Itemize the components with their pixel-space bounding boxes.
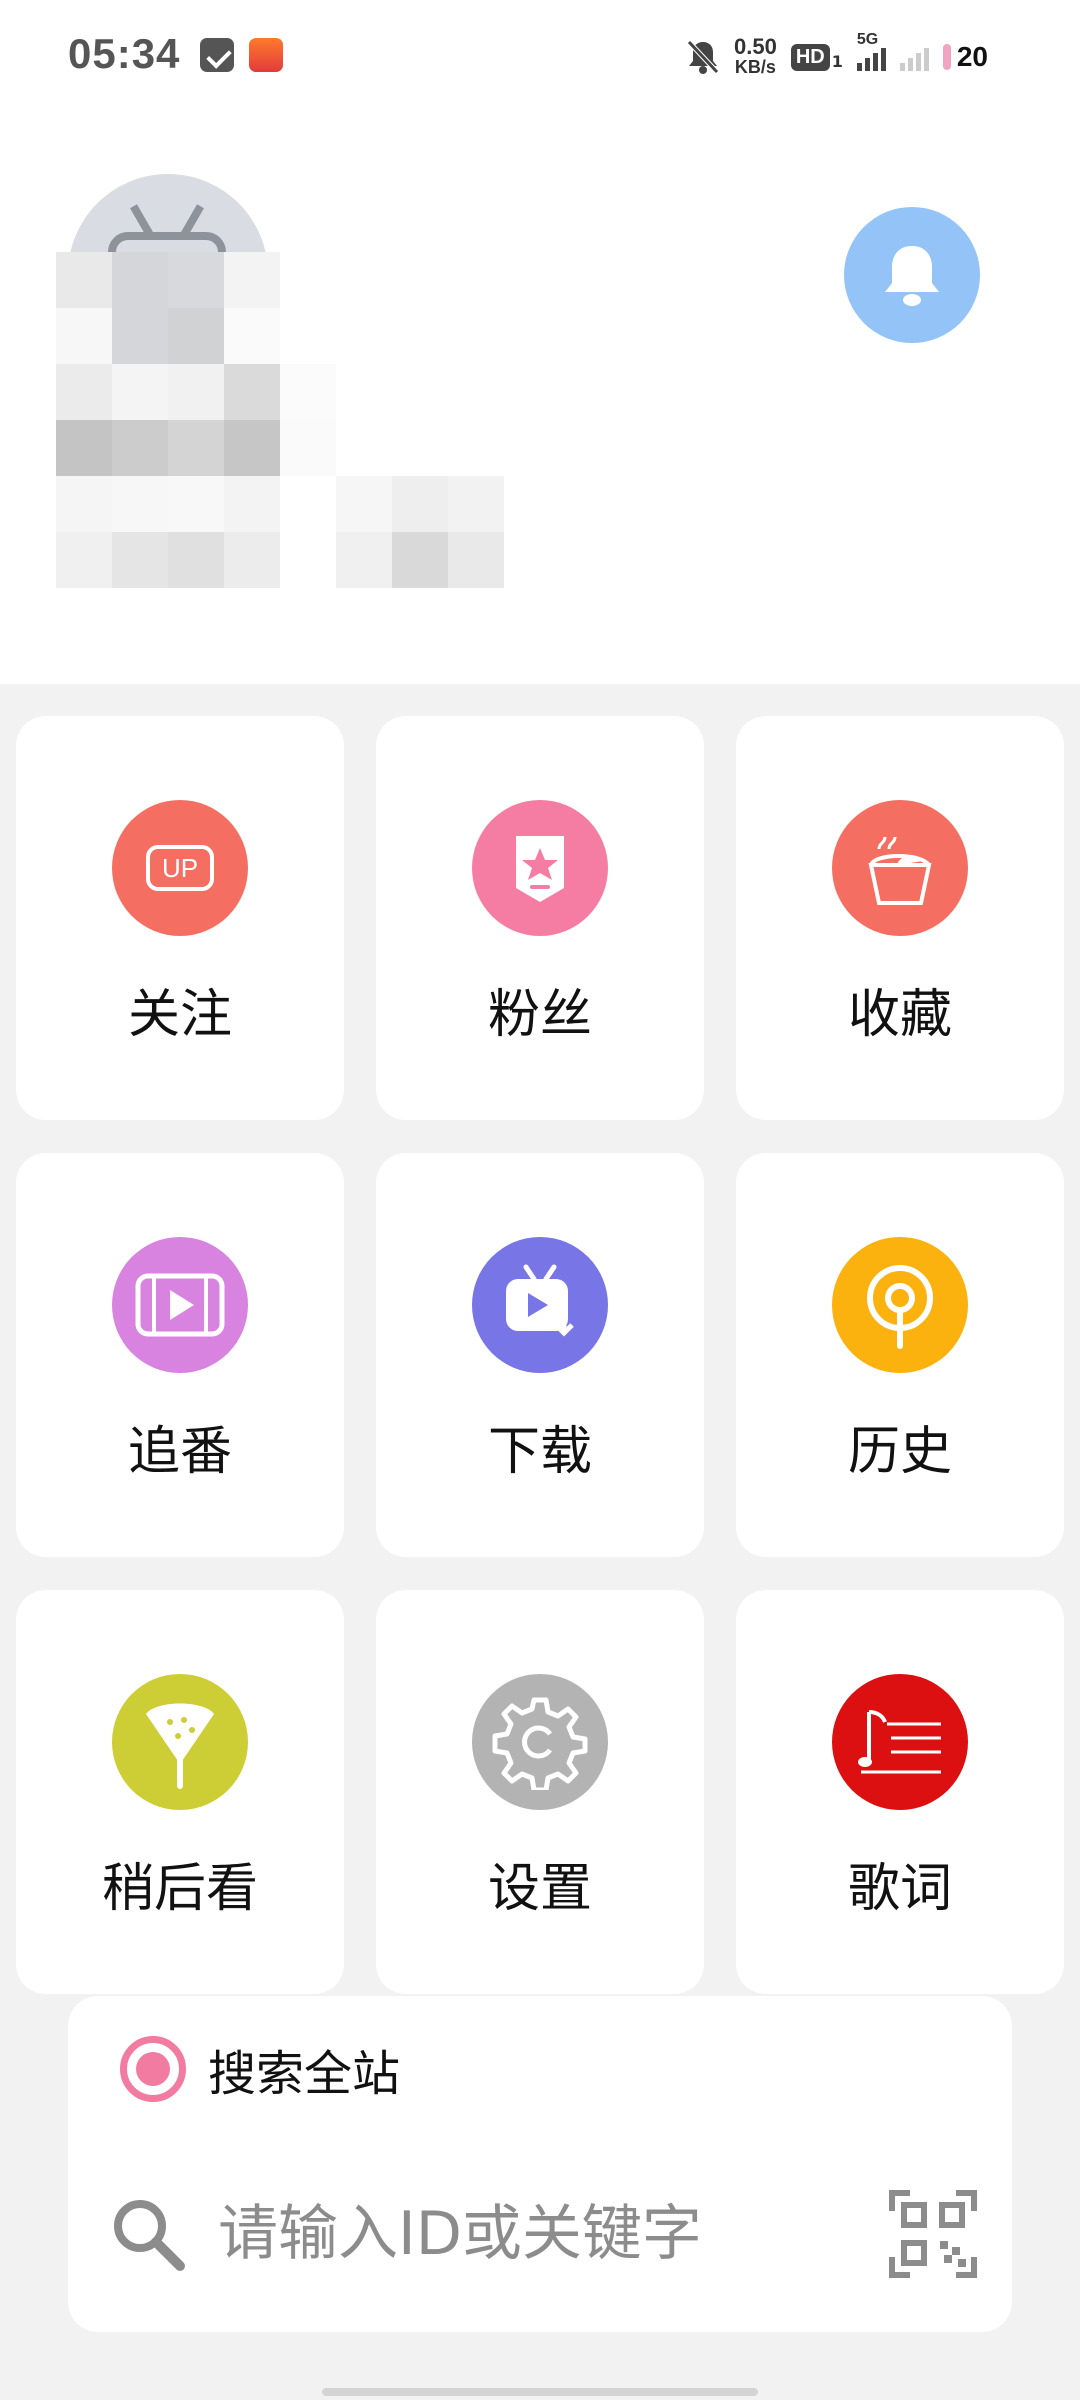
obscured-username [56, 252, 506, 728]
network-speed: 0.50 KB/s [733, 34, 777, 78]
search-icon [114, 2200, 185, 2271]
status-time: 05:34 [68, 30, 181, 77]
radio-selected-icon[interactable] [120, 2036, 186, 2102]
settings-tile[interactable]: 设置 [376, 1590, 704, 1994]
tv-download-icon [472, 1237, 608, 1373]
music-sheet-icon [832, 1674, 968, 1810]
search-scope-label: 搜索全站 [208, 2046, 401, 2102]
notification-app-icon-2 [249, 38, 283, 72]
lyrics-tile[interactable]: 歌词 [736, 1590, 1064, 1994]
search-input[interactable] [218, 2199, 838, 2269]
search-bar [108, 2174, 978, 2294]
tile-label: 历史 [847, 1422, 952, 1482]
search-panel: 搜索全站 [68, 1996, 1012, 2332]
bell-icon [885, 246, 939, 306]
svg-text:UP: UP [162, 853, 198, 883]
mute-bell-icon [687, 40, 719, 74]
history-pin-icon [832, 1237, 968, 1373]
download-tile[interactable]: 下载 [376, 1153, 704, 1557]
fans-tile[interactable]: 粉丝 [376, 716, 704, 1120]
gear-icon [472, 1674, 608, 1810]
network-type: 5G [856, 31, 879, 48]
network-speed-unit: KB/s [734, 57, 776, 77]
tile-label: 稍后看 [101, 1859, 258, 1919]
tile-label: 下载 [487, 1422, 592, 1482]
cup-icon [832, 800, 968, 936]
status-indicators: 0.50 KB/s HD 1 5G 20 [686, 31, 988, 82]
tile-label: 设置 [487, 1859, 592, 1919]
follow-tile[interactable]: UP 关注 [16, 716, 344, 1120]
home-indicator[interactable] [322, 2388, 758, 2396]
network-speed-value: 0.50 [733, 34, 777, 59]
tile-label: 追番 [127, 1422, 232, 1482]
feature-grid: UP 关注 粉丝 收藏 追番 下载 历史 稍后看 设置 歌词 [16, 716, 1064, 1994]
favorites-tile[interactable]: 收藏 [736, 716, 1064, 1120]
history-tile[interactable]: 历史 [736, 1153, 1064, 1557]
profile-header [0, 112, 1080, 684]
up-icon: UP [112, 800, 248, 936]
tile-label: 歌词 [847, 1859, 952, 1919]
tile-label: 收藏 [847, 985, 952, 1045]
anime-tile[interactable]: 追番 [16, 1153, 344, 1557]
notification-button[interactable] [844, 207, 980, 343]
battery-icon [942, 44, 951, 70]
tile-label: 粉丝 [487, 985, 592, 1045]
battery-level: 20 [956, 41, 988, 72]
signal-strength-2-icon [899, 43, 929, 71]
status-bar: 05:34 0.50 KB/s HD 1 5G 20 [0, 0, 1080, 112]
fan-badge-icon [472, 800, 608, 936]
hd-badge: HD [790, 43, 830, 71]
hd-sub: 1 [831, 51, 843, 71]
watch-later-tile[interactable]: 稍后看 [16, 1590, 344, 1994]
notification-app-icon [200, 38, 234, 72]
watermelon-icon [112, 1674, 248, 1810]
tile-label: 关注 [127, 985, 232, 1045]
film-play-icon [112, 1237, 248, 1373]
qr-scan-icon[interactable] [888, 2189, 978, 2279]
search-scope-option[interactable]: 搜索全站 [120, 2034, 400, 2104]
battery: 20 [942, 41, 988, 73]
